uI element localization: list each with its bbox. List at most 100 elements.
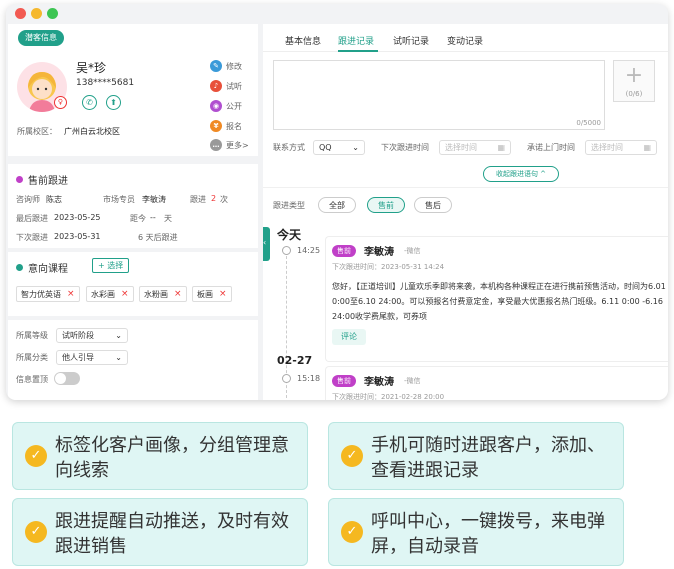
tab-basic-info[interactable]: 基本信息	[285, 34, 321, 47]
title-bar	[6, 4, 668, 24]
presale-badge: 售前	[332, 245, 356, 257]
next-follow-after: 6 天后跟进	[138, 233, 178, 242]
follow-channel: -微信	[404, 377, 421, 385]
tab-change-records[interactable]: 变动记录	[447, 34, 483, 47]
select-course-button[interactable]: + 选择	[92, 258, 130, 273]
distance-label: 距今	[130, 214, 146, 223]
feature-card: ✓ 标签化客户画像，分组管理意向线索	[12, 422, 308, 490]
app-window: 潜客信息 ♀ 吴*珍 138****5681 ✆ ⬆ 所属校区： 广州白云北校区…	[6, 4, 668, 400]
trial-action[interactable]: ♪ 试听	[210, 80, 242, 92]
active-tab-indicator	[338, 50, 378, 52]
course-tag: 板画 ×	[192, 286, 232, 302]
feature-text: 手机可随时进跟客户，添加、查看进跟记录	[371, 435, 605, 481]
last-follow-date: 2023-05-25	[54, 213, 101, 222]
remove-icon[interactable]: ×	[121, 289, 129, 299]
grade-select[interactable]: 试听阶段 ⌄	[56, 328, 128, 343]
distance-value: --	[150, 213, 156, 222]
gender-icon: ♀	[54, 96, 67, 109]
tab-follow-records[interactable]: 跟进记录	[338, 34, 374, 47]
enroll-action[interactable]: ¥ 报名	[210, 120, 242, 132]
more-icon: …	[210, 139, 222, 151]
visit-time-input[interactable]: 选择时间 ▦	[585, 140, 657, 155]
campus-label: 所属校区：	[17, 127, 57, 136]
collapse-button[interactable]: 收起跟进语句 ^	[483, 166, 559, 182]
course-tag: 水彩画 ×	[86, 286, 134, 302]
follow-record-card: 售前 李敏涛 -微信 下次跟进时间：2021-02-28 20:00	[325, 366, 668, 400]
course-tag: 智力优英语 ×	[16, 286, 80, 302]
consultant-value: 陈志	[46, 195, 62, 204]
follow-content-textarea[interactable]: 0/5000	[273, 60, 605, 130]
edit-icon: ✎	[210, 60, 222, 72]
tab-bar: 基本信息 跟进记录 试听记录 变动记录	[263, 24, 668, 52]
distance-unit: 天	[164, 214, 172, 223]
comment-button[interactable]: 评论	[332, 329, 366, 345]
follow-record-panel: 基本信息 跟进记录 试听记录 变动记录 0/5000 + (0/6) 联系方式 …	[263, 24, 668, 400]
image-upload[interactable]: + (0/6)	[613, 60, 655, 102]
feature-card: ✓ 手机可随时进跟客户，添加、查看进跟记录	[328, 422, 624, 490]
money-icon: ¥	[210, 120, 222, 132]
type-filter-aftersale[interactable]: 售后	[414, 197, 452, 213]
follow-channel: -微信	[404, 247, 421, 255]
timeline-dot-icon	[282, 246, 291, 255]
chevron-down-icon: ⌄	[115, 331, 122, 340]
remove-icon[interactable]: ×	[219, 289, 227, 299]
feature-text: 呼叫中心，一键拨号，来电弹屏，自动录音	[371, 511, 605, 557]
public-action[interactable]: ◉ 公开	[210, 100, 242, 112]
timeline-dot-icon	[282, 374, 291, 383]
presale-badge: 售前	[332, 375, 356, 387]
next-follow-time-input[interactable]: 选择时间 ▦	[439, 140, 511, 155]
market-label: 市场专员	[103, 195, 135, 204]
chevron-down-icon: ⌄	[352, 143, 359, 152]
minimize-window-button[interactable]	[31, 8, 42, 19]
feature-text: 标签化客户画像，分组管理意向线索	[55, 435, 289, 481]
category-select[interactable]: 他人引导 ⌄	[56, 350, 128, 365]
campus-value: 广州白云北校区	[64, 127, 120, 136]
pin-toggle[interactable]	[54, 372, 80, 385]
timeline-time: 14:25	[297, 246, 321, 255]
check-icon: ✓	[25, 445, 47, 467]
presale-title: 售前跟进	[16, 172, 68, 187]
type-filter-presale[interactable]: 售前	[367, 197, 405, 213]
follower-name: 李敏涛	[364, 247, 394, 258]
check-icon: ✓	[25, 521, 47, 543]
tab-trial-records[interactable]: 试听记录	[393, 34, 429, 47]
customer-info-panel: 潜客信息 ♀ 吴*珍 138****5681 ✆ ⬆ 所属校区： 广州白云北校区…	[8, 24, 258, 156]
pin-label: 信息置顶	[16, 375, 48, 384]
lead-info-badge: 潜客信息	[18, 30, 64, 46]
follow-record-card: 售前 李敏涛 -微信 下次跟进时间：2023-05-31 14:24 您好，【正…	[325, 236, 668, 362]
close-window-button[interactable]	[15, 8, 26, 19]
next-follow-label: 下次跟进	[16, 233, 48, 242]
calendar-icon: ▦	[497, 143, 505, 152]
type-filter-all[interactable]: 全部	[318, 197, 356, 213]
timeline-day: 今天	[277, 228, 302, 242]
remove-icon[interactable]: ×	[174, 289, 182, 299]
more-action[interactable]: … 更多>	[210, 139, 249, 151]
timeline-time: 15:18	[297, 374, 321, 383]
visit-time-label: 承诺上门时间	[527, 143, 575, 152]
follow-count-label: 跟进	[190, 195, 206, 204]
follow-type-label: 跟进类型	[273, 201, 305, 210]
dot-icon	[16, 264, 23, 271]
presale-panel: 售前跟进 咨询师 陈志 市场专员 李敏涛 跟进 2 次 最后跟进 2023-05…	[8, 164, 258, 248]
remove-icon[interactable]: ×	[67, 289, 75, 299]
plus-icon: +	[624, 63, 644, 88]
upload-counter: (0/6)	[625, 90, 643, 98]
calendar-icon: ▦	[643, 143, 651, 152]
next-follow-time-label: 下次跟进时间	[381, 143, 429, 152]
follower-name: 李敏涛	[364, 377, 394, 388]
maximize-window-button[interactable]	[47, 8, 58, 19]
eye-icon: ◉	[210, 100, 222, 112]
customer-name: 吴*珍	[76, 61, 107, 75]
course-tag: 水粉画 ×	[139, 286, 187, 302]
edit-action[interactable]: ✎ 修改	[210, 60, 242, 72]
courses-panel: 意向课程 + 选择 智力优英语 × 水彩画 × 水粉画 × 板画 ×	[8, 252, 258, 316]
user-profile-icon[interactable]: ⬆	[106, 95, 121, 110]
phone-call-icon[interactable]: ✆	[82, 95, 97, 110]
market-value: 李敏涛	[142, 195, 166, 204]
consultant-label: 咨询师	[16, 195, 40, 204]
grade-label: 所属等级	[16, 331, 48, 340]
check-icon: ✓	[341, 445, 363, 467]
expand-handle[interactable]: ‹	[263, 227, 270, 261]
timeline-day: 02-27	[277, 354, 313, 367]
contact-select[interactable]: QQ ⌄	[313, 140, 365, 155]
